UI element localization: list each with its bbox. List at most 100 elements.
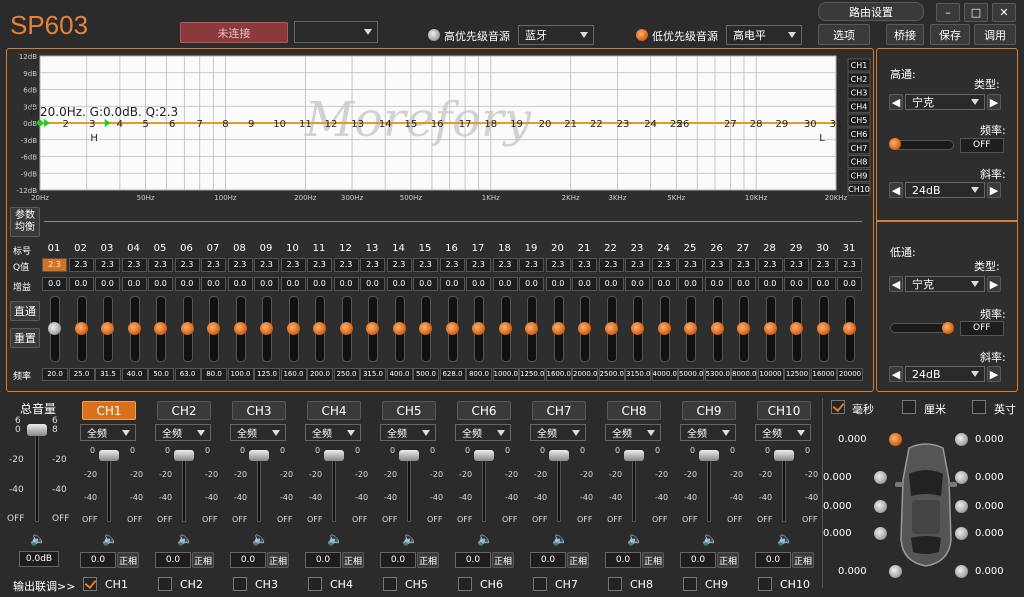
channel-mode-select[interactable]: 全频	[680, 424, 736, 441]
band-gain-input[interactable]: 0.0	[413, 277, 438, 291]
band-q-input[interactable]: 2.3	[174, 258, 200, 272]
high-source-radio[interactable]	[428, 29, 440, 41]
load-button[interactable]: 调用	[974, 24, 1016, 45]
band-q-input[interactable]: 2.3	[545, 258, 571, 272]
band-q-input[interactable]: 2.3	[572, 258, 597, 272]
channel-volume-track[interactable]	[182, 452, 186, 522]
lp-slope-prev[interactable]: ◀	[889, 366, 903, 382]
minimize-button[interactable]: –	[936, 3, 960, 22]
band-freq-input[interactable]: 125.0	[254, 368, 280, 381]
band-q-input[interactable]: 2.3	[466, 258, 491, 272]
band-gain-input[interactable]: 0.0	[837, 277, 862, 291]
connect-status-button[interactable]: 未连接	[180, 22, 288, 43]
bridge-button[interactable]: 桥接	[886, 24, 924, 45]
band-gain-knob[interactable]	[498, 322, 512, 335]
delay-knob[interactable]	[889, 433, 902, 446]
channel-volume-value[interactable]: 0.0	[605, 552, 641, 568]
band-gain-input[interactable]: 0.0	[95, 277, 120, 291]
delay-knob[interactable]	[955, 433, 968, 446]
speaker-icon[interactable]: 🔈	[327, 532, 343, 547]
band-gain-knob[interactable]	[207, 322, 220, 335]
band-gain-input[interactable]: 0.0	[625, 277, 650, 291]
band-gain-knob[interactable]	[710, 322, 724, 335]
speaker-icon[interactable]: 🔈	[702, 532, 718, 547]
delay-value[interactable]: 0.000	[838, 434, 867, 445]
band-gain-knob[interactable]	[48, 322, 61, 335]
band-q-input[interactable]: 2.3	[95, 258, 120, 272]
channel-phase-button[interactable]: 正相	[267, 552, 289, 568]
speaker-icon[interactable]: 🔈	[177, 532, 193, 547]
channel-volume-track[interactable]	[632, 452, 636, 522]
channel-tab-6[interactable]: CH6	[457, 401, 511, 420]
band-q-input[interactable]: 2.3	[784, 258, 809, 272]
delay-value[interactable]: 0.000	[838, 566, 867, 577]
channel-volume-thumb[interactable]	[474, 450, 494, 461]
channel-phase-button[interactable]: 正相	[717, 552, 739, 568]
close-button[interactable]: ✕	[992, 3, 1016, 22]
channel-volume-value[interactable]: 0.0	[455, 552, 491, 568]
band-q-input[interactable]: 2.3	[519, 258, 544, 272]
band-gain-input[interactable]: 0.0	[784, 277, 809, 291]
delay-value[interactable]: 0.000	[975, 566, 1004, 577]
band-q-input[interactable]: 2.3	[121, 258, 147, 272]
channel-volume-value[interactable]: 0.0	[530, 552, 566, 568]
channel-mode-select[interactable]: 全频	[230, 424, 286, 441]
band-gain-input[interactable]: 0.0	[68, 277, 94, 291]
channel-volume-thumb[interactable]	[774, 450, 794, 461]
hp-type-next[interactable]: ▶	[987, 94, 1001, 110]
channel-mode-select[interactable]: 全频	[605, 424, 661, 441]
band-q-input[interactable]: 2.3	[731, 258, 756, 272]
link-checkbox-7[interactable]	[533, 577, 547, 591]
channel-volume-value[interactable]: 0.0	[380, 552, 416, 568]
channel-phase-button[interactable]: 正相	[642, 552, 664, 568]
band-freq-input[interactable]: 31.5	[95, 368, 121, 381]
channel-mode-select[interactable]: 全频	[305, 424, 361, 441]
band-freq-input[interactable]: 200.0	[307, 368, 333, 381]
band-gain-knob[interactable]	[419, 322, 432, 335]
delay-knob[interactable]	[955, 565, 968, 578]
band-gain-input[interactable]: 0.0	[678, 277, 703, 291]
band-gain-knob[interactable]	[737, 322, 750, 335]
band-gain-input[interactable]: 0.0	[360, 277, 385, 291]
band-gain-knob[interactable]	[472, 322, 485, 335]
channel-volume-track[interactable]	[257, 452, 261, 522]
band-q-input[interactable]: 2.3	[651, 258, 677, 272]
band-q-input[interactable]: 2.3	[201, 258, 226, 272]
delay-knob[interactable]	[955, 500, 968, 513]
link-checkbox-8[interactable]	[608, 577, 622, 591]
band-freq-input[interactable]: 2000.0	[572, 368, 598, 381]
band-gain-knob[interactable]	[816, 322, 830, 335]
channel-volume-track[interactable]	[482, 452, 486, 522]
speaker-icon[interactable]: 🔈	[252, 532, 268, 547]
band-q-input[interactable]: 2.3	[386, 258, 412, 272]
band-freq-input[interactable]: 628.0	[439, 368, 466, 381]
band-gain-input[interactable]: 0.0	[386, 277, 412, 291]
band-freq-input[interactable]: 10000	[757, 368, 784, 381]
speaker-icon[interactable]: 🔈	[402, 532, 418, 547]
band-freq-input[interactable]: 25.0	[68, 368, 95, 381]
channel-phase-button[interactable]: 正相	[117, 552, 139, 568]
link-checkbox-5[interactable]	[383, 577, 397, 591]
channel-tab-8[interactable]: CH8	[607, 401, 661, 420]
band-freq-input[interactable]: 2500.0	[598, 368, 625, 381]
band-gain-input[interactable]: 0.0	[810, 277, 836, 291]
delay-knob[interactable]	[955, 527, 968, 540]
channel-volume-value[interactable]: 0.0	[230, 552, 266, 568]
channel-mode-select[interactable]: 全频	[455, 424, 511, 441]
delay-knob[interactable]	[874, 471, 887, 484]
band-gain-knob[interactable]	[525, 322, 538, 335]
channel-tab-10[interactable]: CH10	[757, 401, 811, 420]
band-gain-knob[interactable]	[790, 322, 803, 335]
band-freq-input[interactable]: 63.0	[174, 368, 201, 381]
delay-knob[interactable]	[874, 500, 887, 513]
band-gain-knob[interactable]	[763, 322, 777, 335]
speaker-icon[interactable]: 🔈	[102, 532, 118, 547]
band-freq-input[interactable]: 8000.0	[731, 368, 757, 381]
band-freq-input[interactable]: 100.0	[227, 368, 254, 381]
param-eq-tab[interactable]: 参数均衡	[10, 207, 40, 237]
band-gain-knob[interactable]	[578, 322, 591, 335]
band-gain-input[interactable]: 0.0	[466, 277, 491, 291]
band-freq-input[interactable]: 5000.0	[678, 368, 704, 381]
channel-phase-button[interactable]: 正相	[192, 552, 214, 568]
band-q-input[interactable]: 2.3	[360, 258, 385, 272]
